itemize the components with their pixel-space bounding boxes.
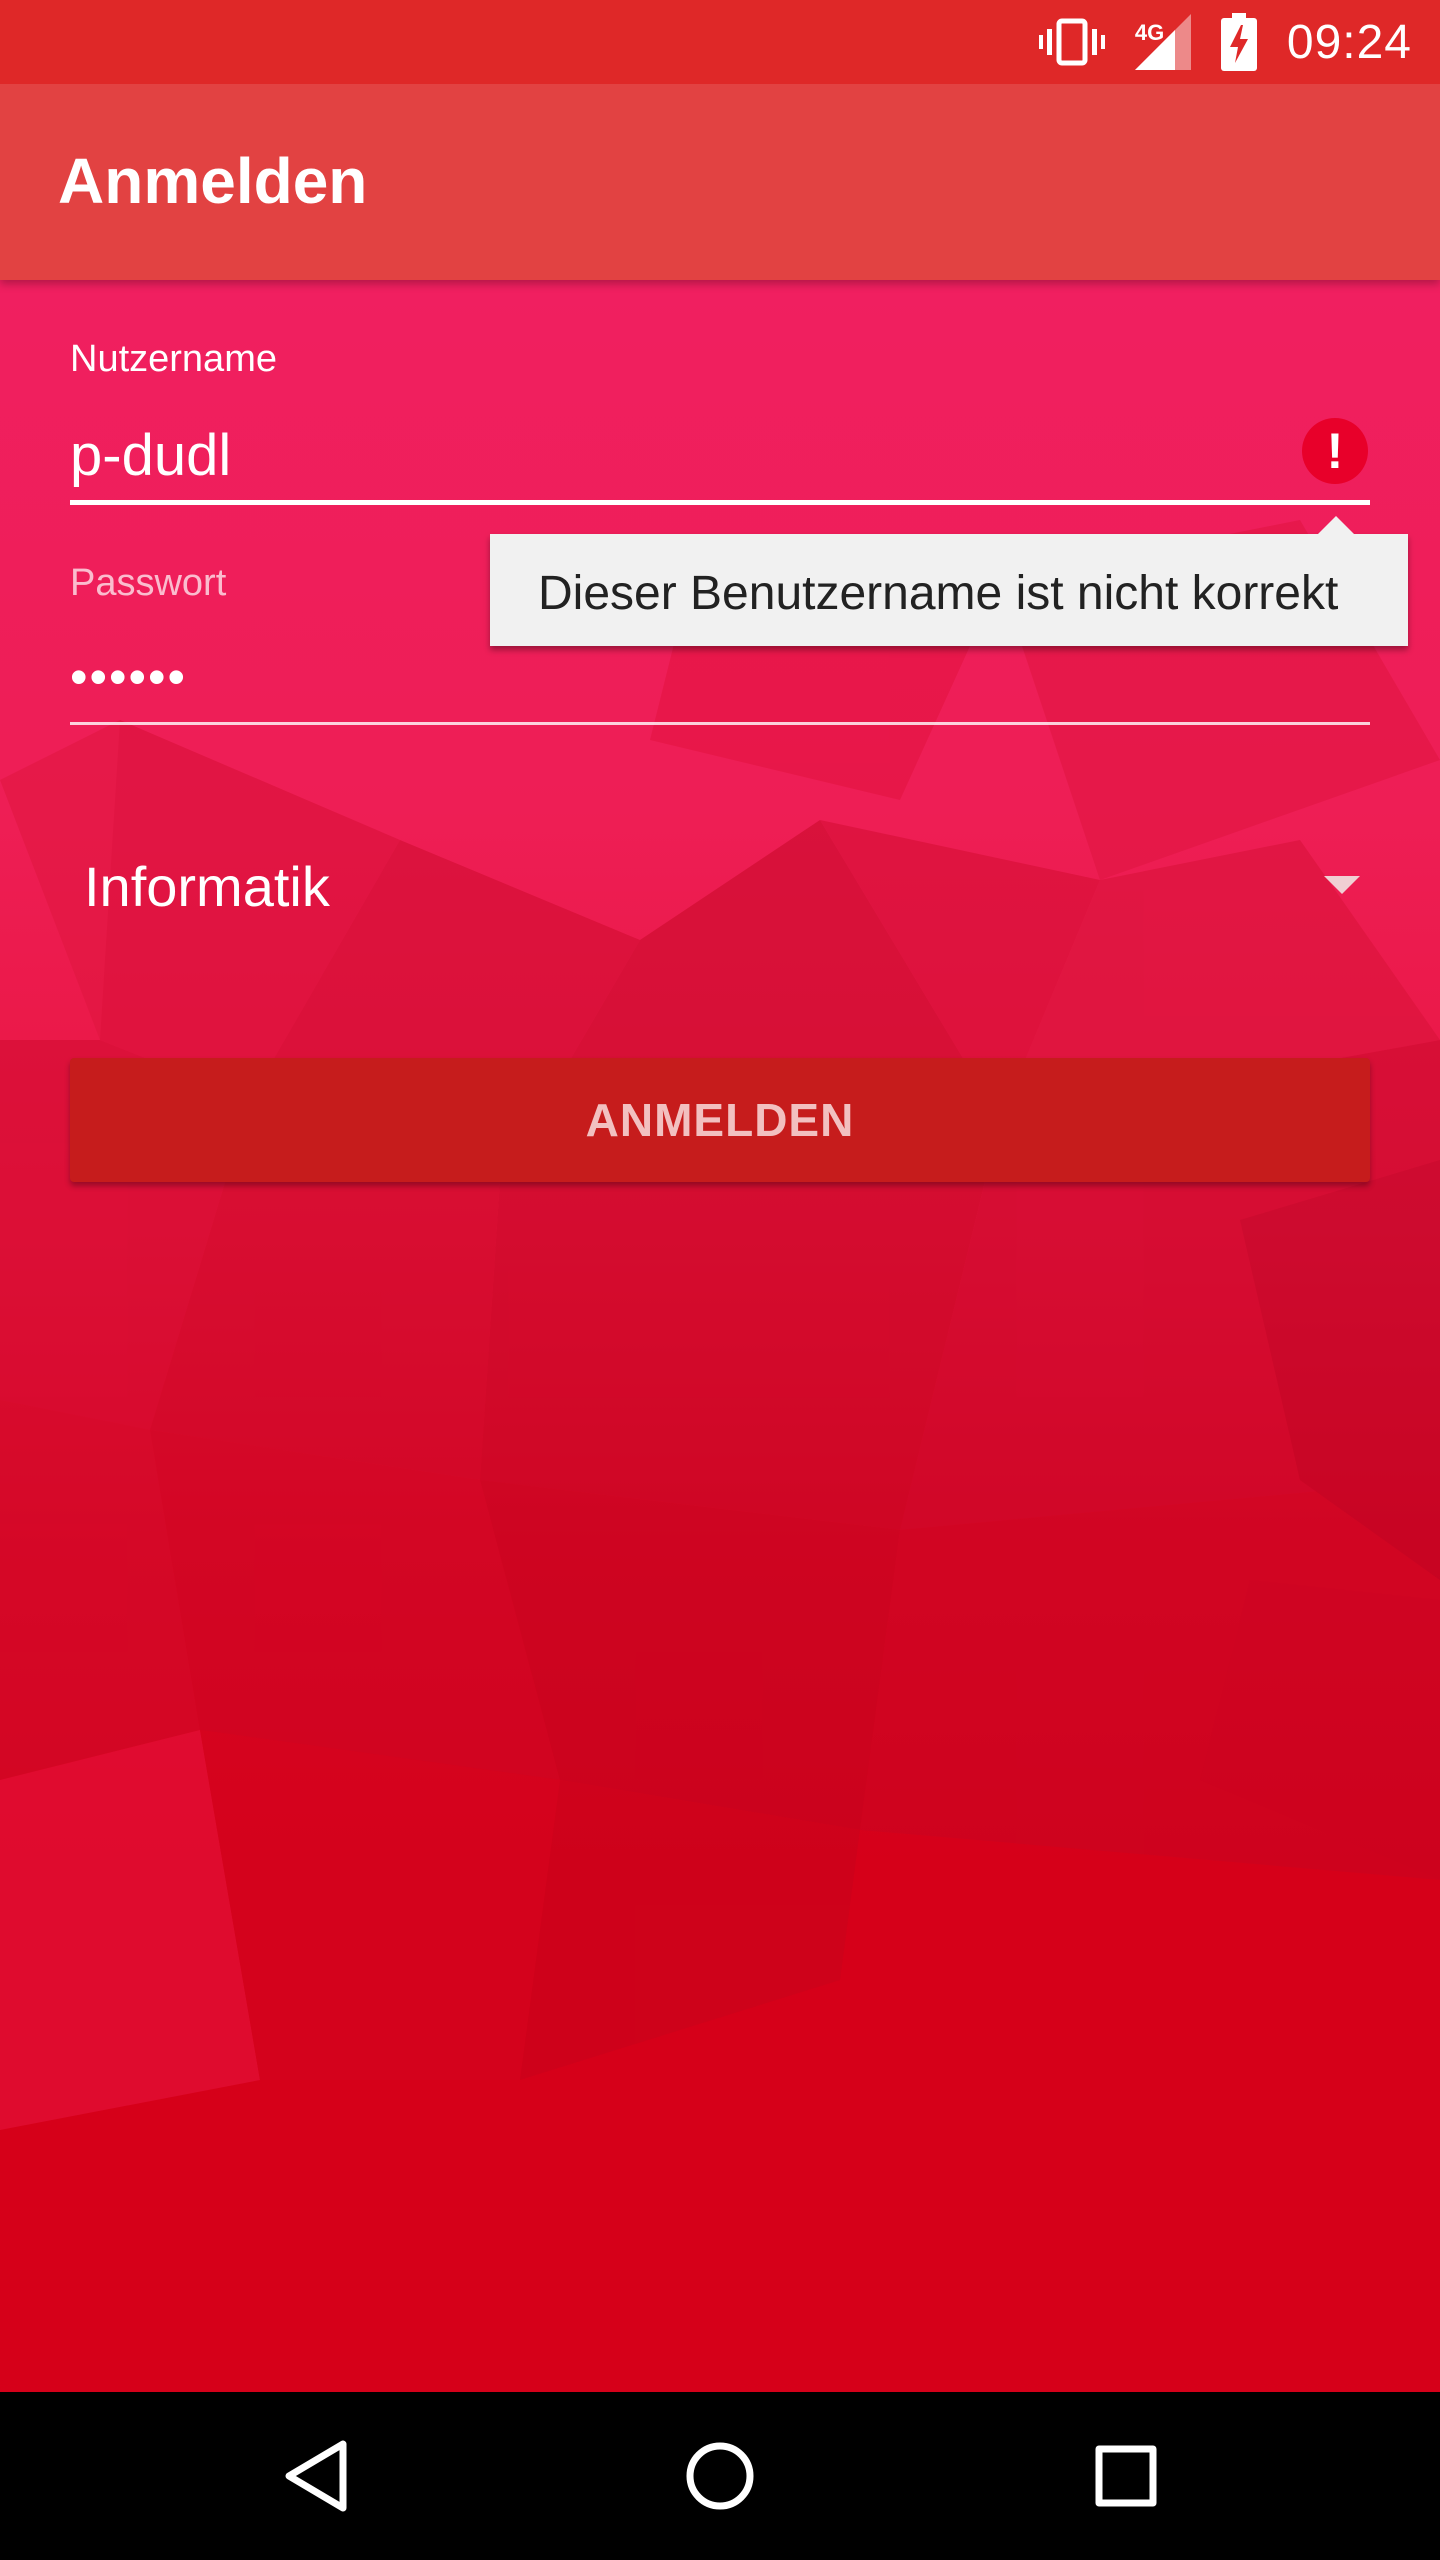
password-label: Passwort: [70, 562, 227, 604]
department-select[interactable]: Informatik: [70, 840, 1370, 930]
status-bar: 4G 09:24: [0, 0, 1440, 84]
back-icon[interactable]: [216, 2392, 416, 2560]
home-icon[interactable]: [620, 2392, 820, 2560]
network-type: 4G: [1134, 20, 1165, 45]
error-icon: !: [1302, 418, 1368, 484]
username-label: Nutzername: [70, 338, 277, 380]
screen: 4G 09:24 Anmelden Nutzername p-dudl ! Di…: [0, 0, 1440, 2560]
login-button[interactable]: ANMELDEN: [70, 1058, 1370, 1182]
username-underline: [70, 500, 1370, 505]
dropdown-arrow-icon: [1324, 876, 1360, 894]
password-input[interactable]: ••••••: [70, 640, 1370, 714]
app-bar: Anmelden: [0, 84, 1440, 280]
error-tooltip: Dieser Benutzername ist nicht korrekt: [490, 516, 1408, 646]
page-title: Anmelden: [58, 145, 368, 217]
error-message: Dieser Benutzername ist nicht korrekt: [538, 567, 1339, 620]
recents-icon[interactable]: [1026, 2392, 1226, 2560]
department-selected: Informatik: [84, 855, 330, 918]
battery-charging-icon: [1220, 13, 1257, 71]
vibrate-icon: [1038, 17, 1105, 67]
status-time: 09:24: [1286, 15, 1412, 69]
password-underline: [70, 722, 1370, 725]
signal-icon: 4G: [1134, 14, 1191, 70]
username-input[interactable]: [70, 418, 1370, 492]
navigation-bar: [0, 2392, 1440, 2560]
